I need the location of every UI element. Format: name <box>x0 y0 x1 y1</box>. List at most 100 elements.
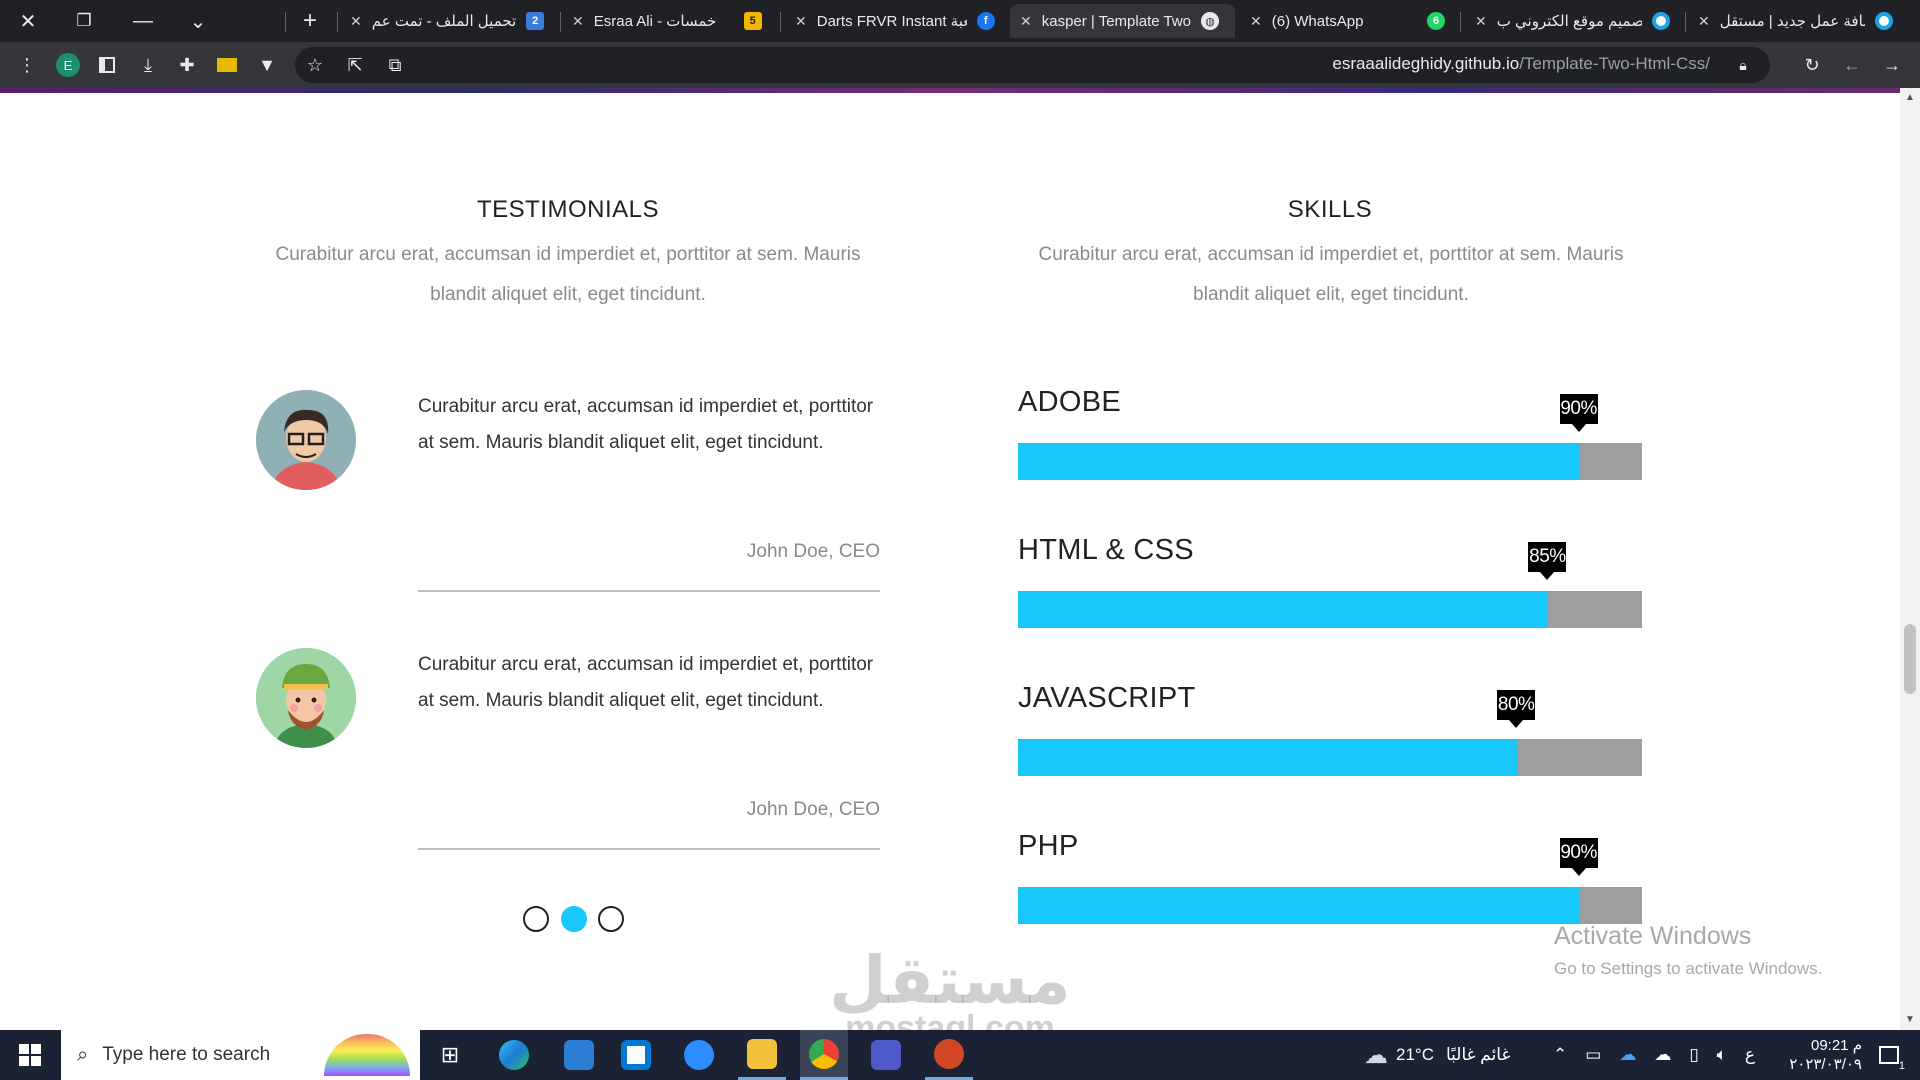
watermark-logo: مستقل <box>829 943 1071 1017</box>
address-bar[interactable]: ☆ ⇱ ⧉ esraaalideghidy.github.io/Template… <box>295 47 1770 83</box>
divider <box>418 590 880 592</box>
divider <box>418 848 880 850</box>
chevron-up-icon[interactable]: ⌃ <box>1553 1045 1567 1065</box>
windows-start-icon[interactable] <box>0 1030 60 1080</box>
language-indicator[interactable]: ع <box>1745 1045 1755 1065</box>
whatsapp-icon: 6 <box>1427 12 1445 30</box>
tab-search-icon[interactable]: ⌄ <box>170 0 226 42</box>
tab-title: kasper | Template Two <box>1041 12 1191 30</box>
windows-taskbar: ⌕ Type here to search ⊞ ☁ 21°C غائم غالب… <box>0 1030 1920 1080</box>
skill-percent-tag: 90% <box>1559 838 1598 876</box>
network-icon[interactable]: ☁ <box>1654 1045 1671 1065</box>
cloud-icon: ☁ <box>1364 1041 1388 1069</box>
bookmark-star-icon[interactable]: ☆ <box>300 50 330 80</box>
back-arrow-icon[interactable]: ← <box>1837 50 1867 80</box>
weather-widget[interactable]: ☁ 21°C غائم غالبًا <box>1364 1030 1510 1080</box>
avatar <box>256 648 356 748</box>
search-placeholder: Type here to search <box>102 1044 271 1065</box>
teams-icon[interactable] <box>862 1030 910 1080</box>
search-highlight-image <box>324 1034 410 1076</box>
mostaql-icon <box>1652 12 1670 30</box>
tab-file-upload[interactable]: ✕ تحميل الملف - تمت عم 2 <box>340 4 555 38</box>
tab-website-design[interactable]: ✕ تصميم موقع الكتروني ب <box>1465 4 1680 38</box>
profile-avatar[interactable]: E <box>53 50 83 80</box>
close-tab-icon[interactable]: ✕ <box>1250 13 1262 30</box>
skill-name: JAVASCRIPT <box>1018 682 1196 714</box>
taskbar-search[interactable]: ⌕ Type here to search <box>61 1030 420 1080</box>
url-text[interactable]: esraaalideghidy.github.io/Template-Two-H… <box>1332 54 1710 74</box>
mail-icon[interactable] <box>555 1030 603 1080</box>
scroll-down-icon[interactable]: ▼ <box>1905 1014 1915 1025</box>
restore-window-icon[interactable]: ❐ <box>56 0 112 42</box>
carousel-bullet-1[interactable] <box>523 906 549 932</box>
skill-percent-tag: 80% <box>1497 690 1536 728</box>
clock-date: ٢٠٢٣/٠٣/٠٩ <box>1789 1056 1862 1073</box>
skill-percent-tag: 85% <box>1528 542 1567 580</box>
microsoft-store-icon[interactable] <box>612 1030 660 1080</box>
reload-icon[interactable]: ↻ <box>1797 50 1827 80</box>
skill-name: PHP <box>1018 830 1079 862</box>
close-tab-icon[interactable]: ✕ <box>795 13 807 30</box>
activate-windows-title: Activate Windows <box>1554 922 1752 950</box>
vpn-extension-icon[interactable]: ▼ <box>252 50 282 80</box>
side-panel-icon[interactable] <box>92 50 122 80</box>
zoom-icon[interactable] <box>675 1030 723 1080</box>
forward-arrow-icon[interactable]: → <box>1877 50 1907 80</box>
scrollbar-thumb[interactable] <box>1904 624 1916 694</box>
powerpoint-icon[interactable] <box>925 1030 973 1080</box>
skill-progress-track <box>1018 591 1642 628</box>
skill-name: HTML & CSS <box>1018 534 1194 566</box>
close-tab-icon[interactable]: ✕ <box>1698 13 1710 30</box>
notifications-icon[interactable]: 1 <box>1864 1030 1914 1080</box>
download-icon[interactable]: ⤓ <box>133 50 163 80</box>
taskbar-clock[interactable]: 09:21 م ٢٠٢٣/٠٣/٠٩ <box>1789 1036 1862 1074</box>
tab-khamsat[interactable]: ✕ Esraa Ali - خمسات 5 <box>562 4 772 38</box>
device-icon[interactable]: ▯ <box>1689 1045 1698 1065</box>
tab-title: تحميل الملف - تمت عم <box>371 13 517 30</box>
tab-whatsapp[interactable]: ✕ (6) WhatsApp 6 <box>1240 4 1455 38</box>
facebook-icon: f <box>976 12 995 30</box>
system-tray: ⌃ ▭ ☁ ☁ ▯ 🔈︎ ع <box>1553 1030 1755 1080</box>
share-icon[interactable]: ⇱ <box>340 50 370 80</box>
task-view-icon[interactable]: ⊞ <box>426 1030 474 1080</box>
tab-kasper-template[interactable]: ✕ kasper | Template Two ◍ <box>1010 4 1235 38</box>
scroll-up-icon[interactable]: ▲ <box>1905 92 1915 103</box>
extensions-icon[interactable]: ✚ <box>172 50 202 80</box>
browser-toolbar: ⋮ E ⤓ ✚ ▼ ☆ ⇱ ⧉ esraaalideghidy.github.i… <box>0 42 1920 88</box>
tab-title: Esraa Ali - خمسات <box>593 13 717 30</box>
new-tab-icon[interactable]: + <box>282 0 338 42</box>
close-tab-icon[interactable]: ✕ <box>1020 13 1032 30</box>
close-window-icon[interactable]: ✕ <box>0 0 56 42</box>
browser-tab-bar: ✕ ❐ — ⌄ + ✕ تحميل الملف - تمت عم 2 ✕ Esr… <box>0 0 1920 42</box>
close-tab-icon[interactable]: ✕ <box>350 13 362 30</box>
skill-name: ADOBE <box>1018 386 1122 418</box>
testimonial-quote: Curabitur arcu erat, accumsan id imperdi… <box>418 396 874 453</box>
minimize-window-icon[interactable]: — <box>115 0 171 42</box>
testimonial-quote: Curabitur arcu erat, accumsan id imperdi… <box>418 654 874 711</box>
testimonial-author: John Doe, CEO <box>746 799 880 820</box>
activate-windows-subtitle: Go to Settings to activate Windows. <box>1554 959 1823 978</box>
menu-dots-icon[interactable]: ⋮ <box>12 50 42 80</box>
extension-badge-icon[interactable] <box>212 50 242 80</box>
carousel-bullet-3[interactable] <box>598 906 624 932</box>
testimonial-author: John Doe, CEO <box>746 541 880 562</box>
page-scrollbar[interactable]: ▲ ▼ <box>1900 88 1920 1030</box>
carousel-bullet-2[interactable] <box>561 906 587 932</box>
onedrive-icon[interactable]: ☁ <box>1619 1045 1636 1065</box>
tab-add-work[interactable]: ✕ إضافة عمل جديد | مستقل <box>1688 4 1903 38</box>
close-tab-icon[interactable]: ✕ <box>572 13 584 30</box>
testimonials-description: Curabitur arcu erat, accumsan id imperdi… <box>275 244 861 305</box>
edge-browser-icon[interactable] <box>490 1030 538 1080</box>
skill-percent-tag: 90% <box>1559 394 1598 432</box>
clock-time: 09:21 م <box>1810 1037 1862 1054</box>
translate-icon[interactable]: ⧉ <box>380 50 410 80</box>
chrome-icon[interactable] <box>800 1030 848 1080</box>
file-explorer-icon[interactable] <box>738 1030 786 1080</box>
page-content: TESTIMONIALS Curabitur arcu erat, accums… <box>0 93 1900 1030</box>
volume-icon[interactable]: 🔈︎ <box>1717 1045 1727 1065</box>
close-tab-icon[interactable]: ✕ <box>1475 13 1487 30</box>
battery-icon[interactable]: ▭ <box>1585 1045 1601 1065</box>
skill-progress-fill <box>1018 591 1549 628</box>
tab-darts-game[interactable]: ✕ Darts FRVR Instant لعبة f <box>785 4 1005 38</box>
lock-icon[interactable]: 🔒︎ <box>1728 50 1758 80</box>
